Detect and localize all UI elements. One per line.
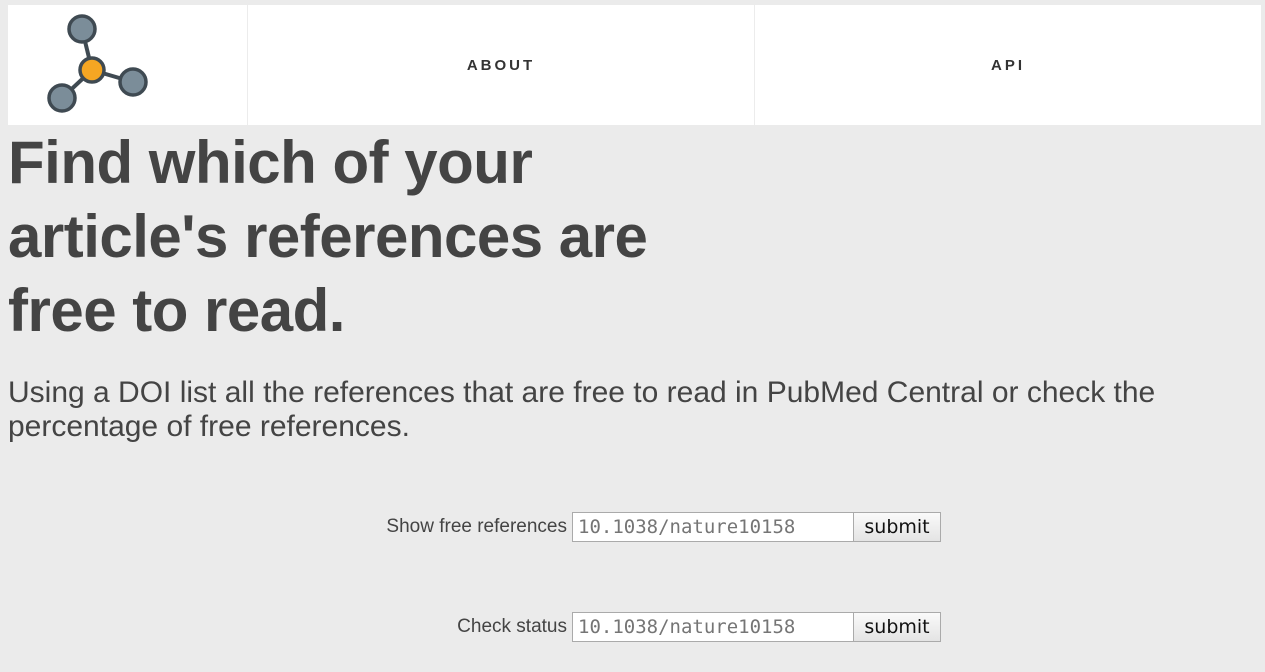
- check-status-doi-input[interactable]: [572, 612, 854, 642]
- show-free-references-label: Show free references: [386, 516, 567, 537]
- nav-about-link[interactable]: ABOUT: [248, 5, 754, 125]
- top-navigation: ABOUT API: [8, 5, 1261, 125]
- show-free-references-doi-input[interactable]: [572, 512, 854, 542]
- page-headline: Find which of your article's references …: [8, 129, 648, 344]
- nav-api-link[interactable]: API: [754, 5, 1261, 125]
- show-free-references-form: Show free references submit: [386, 511, 941, 543]
- molecule-logo-icon: [47, 14, 148, 113]
- check-status-form: Check status submit: [457, 611, 941, 643]
- check-status-label: Check status: [457, 616, 567, 637]
- page-description: Using a DOI list all the references that…: [8, 376, 1156, 443]
- show-free-references-submit-button[interactable]: submit: [854, 512, 941, 542]
- logo[interactable]: [8, 5, 248, 125]
- check-status-submit-button[interactable]: submit: [854, 612, 941, 642]
